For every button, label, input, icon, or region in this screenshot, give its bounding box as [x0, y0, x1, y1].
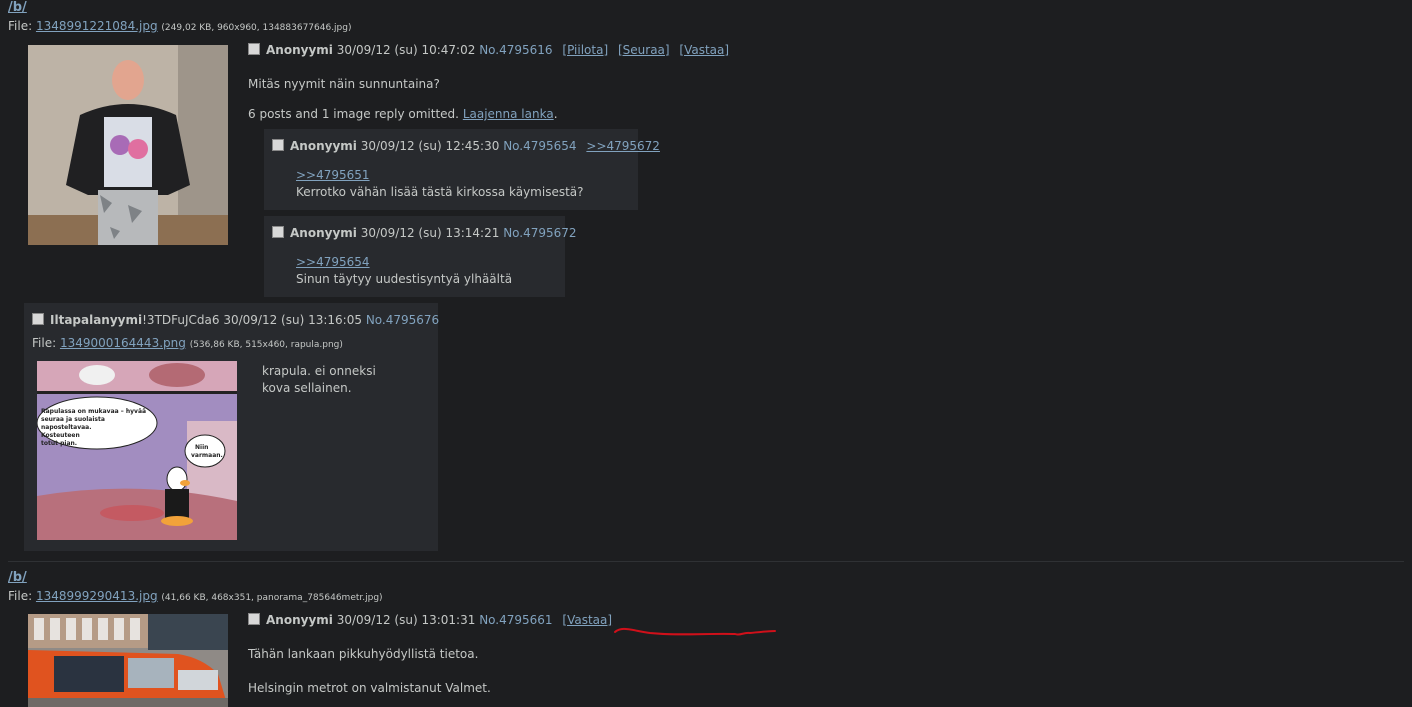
op-comment-line: Helsingin metrot on valmistanut Valmet.: [248, 681, 491, 695]
reply-select-checkbox[interactable]: [272, 226, 284, 238]
board-link[interactable]: /b/: [8, 570, 27, 585]
op-file-info: File: 1348999290413.jpg (41,66 KB, 468x3…: [8, 589, 383, 603]
tripcode: !3TDFuJCda6: [142, 313, 220, 327]
op-file-link[interactable]: 1348999290413.jpg: [36, 589, 158, 603]
comic-bubble-line: seuraa ja suolaista: [41, 416, 105, 423]
comic-bubble-line: Kosteuteen: [41, 432, 80, 439]
post-number-link[interactable]: No.4795616: [479, 43, 552, 57]
post-date: 30/09/12 (su) 13:16:05: [223, 313, 362, 327]
poster-name: Anonyymi: [266, 43, 333, 57]
comic-reply-line: varmaan.: [191, 452, 223, 459]
omitted-text: 6 posts and 1 image reply omitted.: [248, 107, 459, 121]
post-date: 30/09/12 (su) 12:45:30: [360, 139, 500, 153]
poster-name: Anonyymi: [266, 613, 333, 627]
quote-link[interactable]: >>4795651: [296, 168, 370, 182]
poster-name: Iltapalanyymi: [50, 313, 143, 327]
post-date: 30/09/12 (su) 13:14:21: [360, 226, 500, 240]
follow-thread-button[interactable]: [Seuraa]: [618, 43, 670, 57]
comic-bubble-line: Rapulassa on mukavaa – hyvää: [41, 408, 146, 415]
poster-name: Anonyymi: [290, 226, 357, 240]
reply-select-checkbox[interactable]: [32, 313, 44, 325]
reply-post: Iltapalanyymi!3TDFuJCda6 30/09/12 (su) 1…: [24, 303, 439, 551]
board-link[interactable]: /b/: [8, 0, 27, 15]
hide-thread-button[interactable]: [Piilota]: [562, 43, 608, 57]
poster-name: Anonyymi: [290, 139, 357, 153]
reply-post: Anonyymi 30/09/12 (su) 12:45:30 No.47956…: [264, 129, 660, 210]
post-number-link[interactable]: No.4795676: [366, 313, 439, 327]
op-post-header: Anonyymi 30/09/12 (su) 10:47:02 No.47956…: [248, 43, 729, 57]
file-label: File:: [32, 336, 57, 350]
op-select-checkbox[interactable]: [248, 613, 260, 625]
reply-file-info: File: 1349000164443.png (536,86 KB, 515x…: [32, 336, 343, 350]
thread-divider: [8, 561, 1404, 562]
op-thumbnail[interactable]: [28, 614, 228, 707]
op-comment: Mitäs nyymit näin sunnuntaina?: [248, 77, 440, 91]
reply-text: Sinun täytyy uudestisyntyä ylhäältä: [296, 272, 513, 286]
reply-header: Anonyymi 30/09/12 (su) 13:14:21 No.47956…: [272, 226, 577, 240]
op-file-info: File: 1348991221084.jpg (249,02 KB, 960x…: [8, 19, 352, 33]
file-label: File:: [8, 19, 33, 33]
post-date: 30/09/12 (su) 10:47:02: [336, 43, 476, 57]
op-comment-line: Tähän lankaan pikkuhyödyllistä tietoa.: [248, 647, 479, 661]
comic-bubble-line: totut pian.: [41, 440, 77, 447]
op-thumbnail-image: [28, 45, 228, 245]
reply-post: Anonyymi 30/09/12 (su) 13:14:21 No.47956…: [264, 216, 577, 297]
post-number-link[interactable]: No.4795661: [479, 613, 552, 627]
backlink[interactable]: >>4795672: [586, 139, 660, 153]
comic-bubble-line: naposteltavaa.: [41, 424, 92, 431]
op-select-checkbox[interactable]: [248, 43, 260, 55]
op-thumbnail[interactable]: [28, 45, 228, 245]
file-meta: (249,02 KB, 960x960, 134883677646.jpg): [161, 23, 352, 33]
quote-link[interactable]: >>4795654: [296, 255, 370, 269]
reply-file-link[interactable]: 1349000164443.png: [60, 336, 186, 350]
reply-thumbnail[interactable]: Rapulassa on mukavaa – hyvää seuraa ja s…: [37, 361, 237, 540]
post-number-link[interactable]: No.4795654: [503, 139, 576, 153]
comic-image: Rapulassa on mukavaa – hyvää seuraa ja s…: [37, 361, 237, 540]
reply-header: Anonyymi 30/09/12 (su) 12:45:30 No.47956…: [272, 139, 660, 153]
post-date: 30/09/12 (su) 13:01:31: [336, 613, 476, 627]
omitted-notice: 6 posts and 1 image reply omitted. Laaje…: [248, 107, 558, 121]
reply-header: Iltapalanyymi!3TDFuJCda6 30/09/12 (su) 1…: [32, 313, 439, 327]
red-underline-annotation: [614, 627, 776, 636]
post-number-link[interactable]: No.4795672: [503, 226, 576, 240]
file-label: File:: [8, 589, 33, 603]
file-meta: (536,86 KB, 515x460, rapula.png): [189, 340, 343, 350]
metro-train-image: [28, 614, 228, 707]
expand-thread-link[interactable]: Laajenna lanka: [463, 107, 554, 121]
op-post-header: Anonyymi 30/09/12 (su) 13:01:31 No.47956…: [248, 613, 612, 627]
reply-select-checkbox[interactable]: [272, 139, 284, 151]
reply-text-line: kova sellainen.: [262, 381, 352, 395]
reply-thread-button[interactable]: [Vastaa]: [562, 613, 612, 627]
reply-text: Kerrotko vähän lisää tästä kirkossa käym…: [296, 185, 584, 199]
op-file-link[interactable]: 1348991221084.jpg: [36, 19, 158, 33]
omitted-period: .: [553, 107, 558, 121]
comic-reply-line: Niin: [195, 444, 208, 451]
reply-text-line: krapula. ei onneksi: [262, 364, 376, 378]
reply-thread-button[interactable]: [Vastaa]: [679, 43, 729, 57]
file-meta: (41,66 KB, 468x351, panorama_785646metr.…: [161, 593, 383, 603]
